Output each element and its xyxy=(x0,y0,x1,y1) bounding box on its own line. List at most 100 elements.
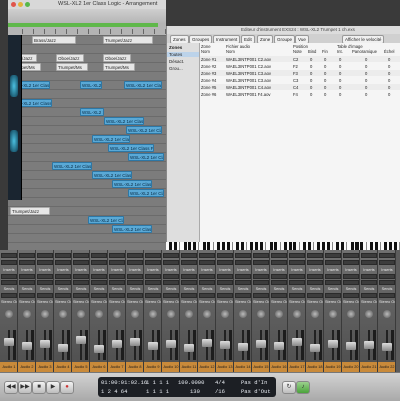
pan-knob[interactable] xyxy=(95,310,103,318)
insert-slot[interactable] xyxy=(109,274,125,279)
arrange-region[interactable]: Trumpet/Jazz xyxy=(103,36,153,44)
insert-slot[interactable] xyxy=(379,280,395,285)
track-name-plate[interactable]: Audio 15 xyxy=(252,362,269,372)
send-slot[interactable] xyxy=(289,293,305,298)
insert-slot[interactable] xyxy=(37,274,53,279)
insert-slot[interactable] xyxy=(361,274,377,279)
insert-slot[interactable] xyxy=(289,280,305,285)
arrange-region[interactable]: WSL-XL2 1er Class Fx 10 xyxy=(126,126,162,134)
output-label[interactable]: Stereo Out xyxy=(73,300,89,304)
send-slot[interactable] xyxy=(145,293,161,298)
pan-knob[interactable] xyxy=(185,310,193,318)
arrange-region[interactable]: WSL-XL2 1er Class xyxy=(92,171,132,179)
insert-slot[interactable] xyxy=(163,280,179,285)
send-slot[interactable] xyxy=(109,293,125,298)
setting-slot[interactable] xyxy=(181,253,197,258)
zone-row[interactable]: Zone #4 WAEL3INTP001 C3.aov C3 0 0 0 0 0 xyxy=(200,77,400,83)
track-name-plate[interactable]: Audio 9 xyxy=(144,362,161,372)
insert-slot[interactable] xyxy=(235,280,251,285)
arrange-region[interactable]: Trumpet/Jazz xyxy=(10,207,50,215)
eq-slot[interactable] xyxy=(127,260,143,265)
output-label[interactable]: Stereo Out xyxy=(271,300,287,304)
insert-slot[interactable] xyxy=(199,274,215,279)
play-button[interactable]: ▶ xyxy=(46,381,60,394)
send-slot[interactable] xyxy=(37,293,53,298)
pan-knob[interactable] xyxy=(167,310,175,318)
track-name-plate[interactable]: Audio 14 xyxy=(234,362,251,372)
track-name-plate[interactable]: Audio 17 xyxy=(288,362,305,372)
arrange-region[interactable]: WSL-XL2 1er Class xyxy=(128,189,164,197)
track-name-plate[interactable]: Audio 11 xyxy=(180,362,197,372)
insert-slot[interactable] xyxy=(199,280,215,285)
metronome-button[interactable]: ♪ xyxy=(296,381,310,394)
track-name-plate[interactable]: Audio 6 xyxy=(90,362,107,372)
setting-slot[interactable] xyxy=(289,253,305,258)
setting-slot[interactable] xyxy=(253,253,269,258)
pan-knob[interactable] xyxy=(311,310,319,318)
insert-slot[interactable] xyxy=(145,280,161,285)
eq-slot[interactable] xyxy=(37,260,53,265)
volume-fader[interactable] xyxy=(22,342,32,350)
eq-slot[interactable] xyxy=(19,260,35,265)
volume-fader[interactable] xyxy=(184,344,194,352)
send-slot[interactable] xyxy=(181,293,197,298)
arrange-region[interactable]: Trumpet/Ms xyxy=(103,63,135,71)
insert-slot[interactable] xyxy=(1,274,17,279)
track-name-plate[interactable]: Audio 3 xyxy=(36,362,53,372)
eq-slot[interactable] xyxy=(217,260,233,265)
output-label[interactable]: Stereo Out xyxy=(379,300,395,304)
arrange-region[interactable]: Oboe/Jazz xyxy=(56,54,84,62)
arrange-region[interactable]: WSL-XL2 1er Class Fx 10 xyxy=(112,225,152,233)
pan-knob[interactable] xyxy=(365,310,373,318)
eq-slot[interactable] xyxy=(343,260,359,265)
setting-slot[interactable] xyxy=(127,253,143,258)
volume-fader[interactable] xyxy=(346,342,356,350)
send-slot[interactable] xyxy=(343,293,359,298)
zones-item-group[interactable]: Grou... xyxy=(169,66,183,71)
insert-slot[interactable] xyxy=(19,274,35,279)
send-slot[interactable] xyxy=(1,293,17,298)
send-slot[interactable] xyxy=(163,293,179,298)
zone-row[interactable]: Zone #5 WAEL3INTP001 C4.aov C4 0 0 0 0 0 xyxy=(200,84,400,90)
transport-lcd[interactable]: 01:00:01:02.16 1 2 4 64 1 1 1 1 1 1 1 1 … xyxy=(98,377,276,397)
insert-slot[interactable] xyxy=(91,274,107,279)
track-name-plate[interactable]: Audio 7 xyxy=(108,362,125,372)
setting-slot[interactable] xyxy=(307,253,323,258)
track-name-plate[interactable]: Audio 1 xyxy=(0,362,17,372)
send-slot[interactable] xyxy=(73,293,89,298)
pan-knob[interactable] xyxy=(149,310,157,318)
record-button[interactable]: ● xyxy=(60,381,74,394)
output-label[interactable]: Stereo Out xyxy=(199,300,215,304)
volume-fader[interactable] xyxy=(166,340,176,348)
insert-slot[interactable] xyxy=(289,274,305,279)
zone-row[interactable]: Zone #2 WAEL3INTP001 C2.aov F2 0 0 0 0 0 xyxy=(200,63,400,69)
setting-slot[interactable] xyxy=(235,253,251,258)
eq-slot[interactable] xyxy=(289,260,305,265)
insert-slot[interactable] xyxy=(271,280,287,285)
setting-slot[interactable] xyxy=(325,253,341,258)
insert-slot[interactable] xyxy=(181,280,197,285)
pan-knob[interactable] xyxy=(275,310,283,318)
output-label[interactable]: Stereo Out xyxy=(163,300,179,304)
pan-knob[interactable] xyxy=(221,310,229,318)
setting-slot[interactable] xyxy=(91,253,107,258)
insert-slot[interactable] xyxy=(271,274,287,279)
setting-slot[interactable] xyxy=(145,253,161,258)
output-label[interactable]: Stereo Out xyxy=(181,300,197,304)
track-name-plate[interactable]: Audio 5 xyxy=(72,362,89,372)
insert-slot[interactable] xyxy=(109,280,125,285)
close-icon[interactable] xyxy=(11,2,16,7)
eq-slot[interactable] xyxy=(181,260,197,265)
eq-slot[interactable] xyxy=(1,260,17,265)
setting-slot[interactable] xyxy=(163,253,179,258)
eq-slot[interactable] xyxy=(73,260,89,265)
send-slot[interactable] xyxy=(217,293,233,298)
insert-slot[interactable] xyxy=(343,280,359,285)
eq-slot[interactable] xyxy=(109,260,125,265)
eq-slot[interactable] xyxy=(325,260,341,265)
cycle-button[interactable]: ↻ xyxy=(282,381,296,394)
output-label[interactable]: Stereo Out xyxy=(37,300,53,304)
pan-knob[interactable] xyxy=(59,310,67,318)
setting-slot[interactable] xyxy=(55,253,71,258)
insert-slot[interactable] xyxy=(127,280,143,285)
